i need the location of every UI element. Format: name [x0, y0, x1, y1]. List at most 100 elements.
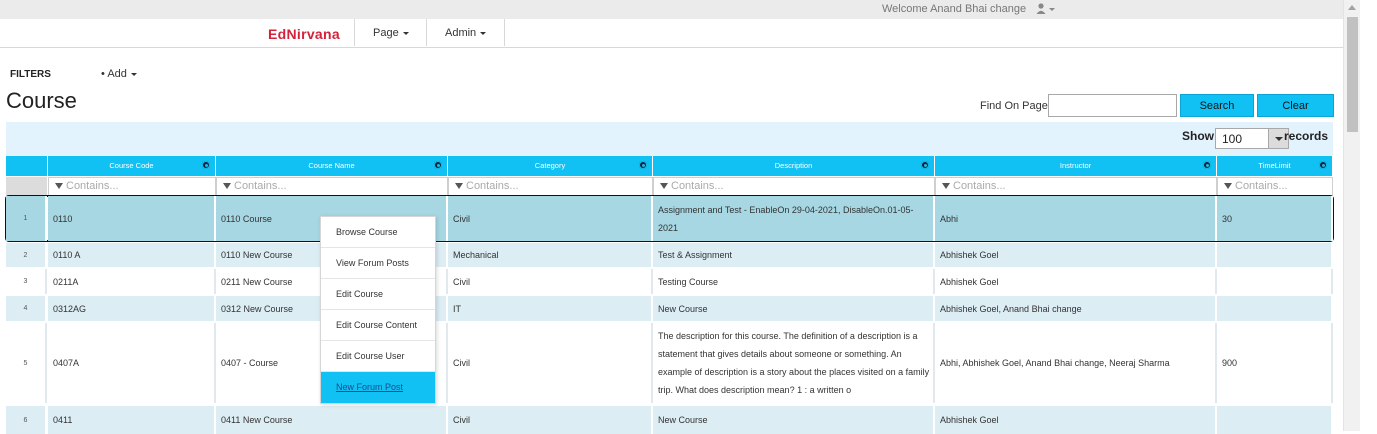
cell-course-code[interactable]: 0312AG	[48, 296, 216, 321]
cell-instructor[interactable]: Abhishek Goel	[935, 269, 1217, 294]
cell-description[interactable]: Testing Course	[653, 269, 935, 294]
filter-icon[interactable]	[55, 183, 63, 190]
cell-course-code[interactable]: 0407A	[48, 323, 216, 403]
menu-item-new-forum-post[interactable]: New Forum Post	[321, 372, 435, 403]
column-header-category[interactable]: Category	[448, 156, 653, 176]
table-row[interactable]: 2 0110 A 0110 New Course Mechanical Test…	[6, 243, 1333, 267]
menu-item-edit-course-user[interactable]: Edit Course User	[321, 341, 435, 372]
find-on-page-input[interactable]	[1048, 94, 1177, 117]
row-number: 2	[6, 243, 47, 267]
menu-item-edit-course[interactable]: Edit Course	[321, 279, 435, 310]
cell-description[interactable]: Test & Assignment	[653, 243, 935, 267]
cell-category[interactable]: Civil	[448, 406, 653, 434]
nav-admin-menu[interactable]: Admin	[445, 27, 487, 39]
cell-category[interactable]: Civil	[448, 196, 653, 241]
cell-description[interactable]: Assignment and Test - EnableOn 29-04-202…	[653, 196, 935, 241]
gear-icon[interactable]	[434, 161, 442, 169]
gear-icon[interactable]	[921, 161, 929, 169]
column-header-description[interactable]: Description	[653, 156, 935, 176]
nav-divider	[426, 19, 427, 46]
gear-icon[interactable]	[202, 161, 210, 169]
filter-icon[interactable]	[455, 183, 463, 190]
cell-course-name[interactable]: 0411 New Course	[216, 406, 448, 434]
row-number: 4	[6, 296, 47, 321]
chevron-down-icon	[402, 31, 409, 35]
cell-category[interactable]: Mechanical	[448, 243, 653, 267]
table-row[interactable]: 4 0312AG 0312 New Course IT New Course A…	[6, 296, 1333, 321]
search-button[interactable]: Search	[1180, 94, 1254, 117]
user-icon[interactable]	[1036, 2, 1056, 16]
page-size-value: 100	[1222, 132, 1243, 146]
table-row[interactable]: 5 0407A 0407 - Course Civil The descript…	[6, 323, 1333, 403]
grid-toolbar: Show 100 records	[6, 122, 1333, 156]
column-header-instructor[interactable]: Instructor	[935, 156, 1217, 176]
cell-category[interactable]: Civil	[448, 269, 653, 294]
cell-course-code[interactable]: 0211A	[48, 269, 216, 294]
brand-logo[interactable]: EdNirvana	[268, 26, 340, 42]
gear-icon[interactable]	[1319, 161, 1327, 169]
cell-timelimit[interactable]	[1217, 406, 1333, 434]
page-title: Course	[6, 88, 77, 113]
row-context-menu: Browse Course View Forum Posts Edit Cour…	[320, 216, 436, 404]
filter-icon[interactable]	[1224, 183, 1232, 190]
column-header-course-name[interactable]: Course Name	[216, 156, 448, 176]
column-header-course-code[interactable]: Course Code	[48, 156, 216, 176]
records-label: records	[1284, 129, 1329, 143]
menu-item-edit-course-content[interactable]: Edit Course Content	[321, 310, 435, 341]
cell-instructor[interactable]: Abhishek Goel	[935, 406, 1217, 434]
row-number-header	[6, 156, 48, 176]
navbar: EdNirvana Page Admin	[0, 19, 1343, 48]
filters-label: FILTERS	[10, 69, 51, 80]
cell-instructor[interactable]: Abhi	[935, 196, 1217, 241]
filter-course-name[interactable]: Contains...	[216, 177, 448, 196]
cell-instructor[interactable]: Abhishek Goel, Anand Bhai change	[935, 296, 1217, 321]
vertical-scrollbar[interactable]	[1343, 0, 1360, 431]
cell-description[interactable]: The description for this course. The def…	[653, 323, 935, 403]
row-number: 1	[6, 196, 47, 241]
filter-timelimit[interactable]: Contains...	[1217, 177, 1333, 196]
row-number: 3	[6, 269, 47, 294]
add-filter-menu[interactable]: • Add	[101, 68, 137, 80]
chevron-down-icon	[130, 72, 137, 76]
table-row[interactable]: 1 0110 0110 Course Civil Assignment and …	[5, 195, 1334, 242]
cell-description[interactable]: New Course	[653, 406, 935, 434]
filter-icon[interactable]	[660, 183, 668, 190]
scroll-up-icon[interactable]	[1348, 5, 1356, 10]
find-on-page-label: Find On Page	[980, 100, 1048, 112]
cell-timelimit[interactable]: 30	[1217, 196, 1333, 241]
cell-category[interactable]: IT	[448, 296, 653, 321]
cell-instructor[interactable]: Abhi, Abhishek Goel, Anand Bhai change, …	[935, 323, 1217, 403]
welcome-text: Welcome Anand Bhai change	[882, 3, 1027, 15]
gear-icon[interactable]	[639, 161, 647, 169]
gear-icon[interactable]	[1203, 161, 1211, 169]
nav-divider	[504, 19, 505, 46]
cell-description[interactable]: New Course	[653, 296, 935, 321]
row-number: 6	[6, 406, 47, 434]
filter-description[interactable]: Contains...	[653, 177, 935, 196]
clear-button[interactable]: Clear	[1257, 94, 1334, 117]
cell-timelimit[interactable]	[1217, 269, 1333, 294]
cell-timelimit[interactable]: 900	[1217, 323, 1333, 403]
menu-item-browse-course[interactable]: Browse Course	[321, 217, 435, 248]
scrollbar-thumb[interactable]	[1347, 17, 1358, 132]
cell-instructor[interactable]: Abhishek Goel	[935, 243, 1217, 267]
table-row[interactable]: 3 0211A 0211 New Course Civil Testing Co…	[6, 269, 1333, 294]
filter-icon[interactable]	[942, 183, 950, 190]
filter-icon[interactable]	[223, 183, 231, 190]
cell-course-code[interactable]: 0411	[48, 406, 216, 434]
table-row[interactable]: 6 0411 0411 New Course Civil New Course …	[6, 406, 1333, 434]
nav-page-menu[interactable]: Page	[373, 27, 409, 39]
course-grid: Show 100 records Course Code Course Name…	[5, 122, 1334, 434]
column-header-timelimit[interactable]: TimeLimit	[1217, 156, 1333, 176]
page-size-select[interactable]: 100	[1215, 128, 1289, 149]
menu-item-view-forum-posts[interactable]: View Forum Posts	[321, 248, 435, 279]
cell-timelimit[interactable]	[1217, 296, 1333, 321]
filter-instructor[interactable]: Contains...	[935, 177, 1217, 196]
filter-course-code[interactable]: Contains...	[48, 177, 216, 196]
cell-course-code[interactable]: 0110 A	[48, 243, 216, 267]
cell-category[interactable]: Civil	[448, 323, 653, 403]
top-strip: Welcome Anand Bhai change	[0, 0, 1343, 19]
filter-category[interactable]: Contains...	[448, 177, 653, 196]
cell-course-code[interactable]: 0110	[48, 196, 216, 241]
cell-timelimit[interactable]	[1217, 243, 1333, 267]
